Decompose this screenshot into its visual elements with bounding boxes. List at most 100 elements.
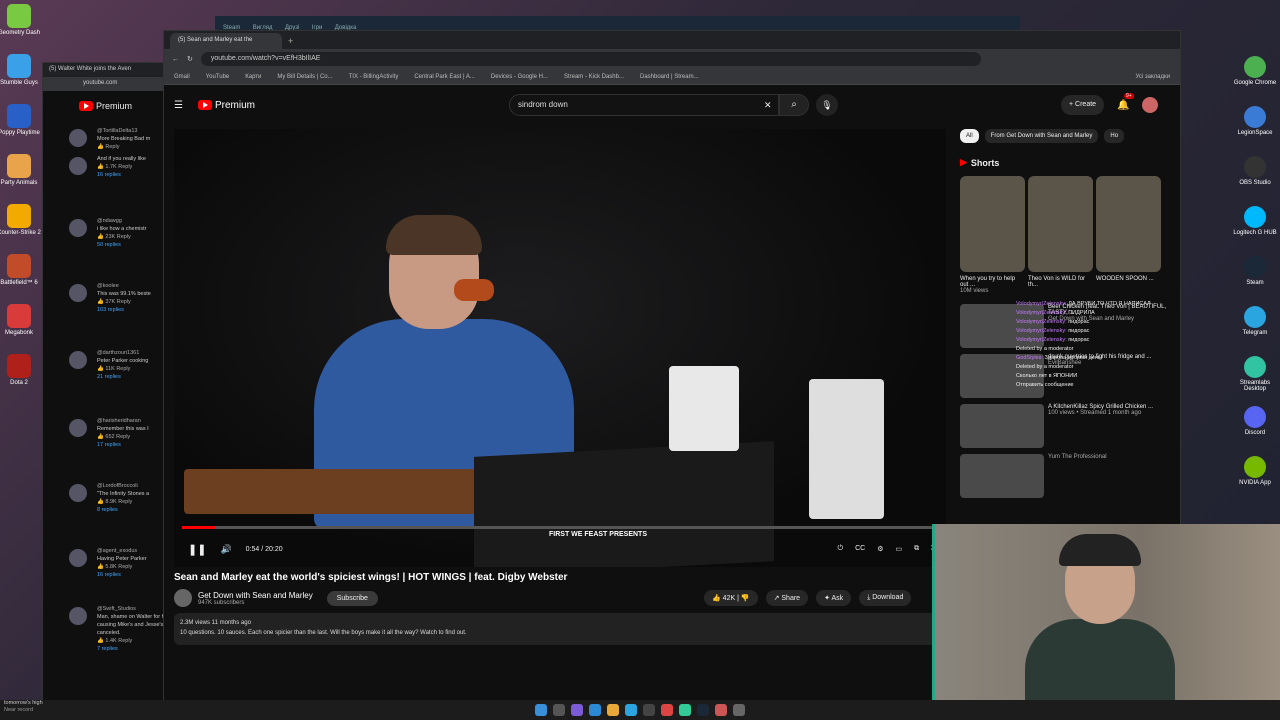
notifications-icon[interactable]: 🔔 xyxy=(1117,100,1129,111)
url-field[interactable]: youtube.com/watch?v=vEfH3bIlIAE xyxy=(200,52,981,66)
app-icon[interactable] xyxy=(571,704,583,716)
bookmark-item[interactable]: Dashboard | Stream... xyxy=(640,74,699,80)
settings-icon[interactable] xyxy=(733,704,745,716)
microphone-icon[interactable]: 🎙 xyxy=(816,94,838,116)
reply-button[interactable]: Reply xyxy=(117,234,131,240)
desktop-icon[interactable]: LegionSpace xyxy=(1230,106,1280,136)
bookmark-item[interactable]: Devices - Google H... xyxy=(491,74,548,80)
recommended-video[interactable]: Yum The Professional xyxy=(960,454,1170,498)
comment-avatar[interactable] xyxy=(69,219,87,237)
bookmark-item[interactable]: Central Park East | A... xyxy=(414,74,475,80)
autoplay-toggle[interactable]: ⏻ xyxy=(838,545,844,553)
short-title[interactable]: When you try to help out ... xyxy=(960,276,1025,288)
desktop-icon[interactable]: Google Chrome xyxy=(1230,56,1280,86)
miniplayer-icon[interactable]: ▭ xyxy=(895,545,902,553)
like-button[interactable]: 👍 42K | 👎 xyxy=(704,590,758,606)
short-thumb[interactable] xyxy=(1028,176,1093,272)
comment-avatar[interactable] xyxy=(69,419,87,437)
bookmark-item[interactable]: Gmail xyxy=(174,74,190,80)
pause-icon[interactable]: ❚❚ xyxy=(188,543,206,556)
comment-avatar[interactable] xyxy=(69,351,87,369)
telegram-icon[interactable] xyxy=(625,704,637,716)
app-icon[interactable] xyxy=(679,704,691,716)
share-button[interactable]: ↗ Share xyxy=(765,590,809,606)
video-player[interactable]: FIRST WE FEAST PRESENTS ❚❚ 🔊 0:54 / 20:2… xyxy=(174,129,946,567)
bookmark-item[interactable]: Stream - Kick Dashb... xyxy=(564,74,624,80)
reply-button[interactable]: Reply xyxy=(118,638,132,644)
video-thumbnail[interactable] xyxy=(960,454,1044,498)
comment-avatar[interactable] xyxy=(69,284,87,302)
video-thumbnail[interactable] xyxy=(960,404,1044,448)
desktop-icon[interactable]: Telegram xyxy=(1230,306,1280,336)
reply-button[interactable]: Reply xyxy=(105,144,119,150)
back-url[interactable]: youtube.com xyxy=(43,77,171,91)
like-icon[interactable]: 👍 xyxy=(97,564,104,570)
desktop-icon[interactable]: Logitech G HUB xyxy=(1230,206,1280,236)
comment-avatar[interactable] xyxy=(69,484,87,502)
comment-avatar[interactable] xyxy=(69,607,87,625)
bookmark-item[interactable]: My Bill Details | Co... xyxy=(277,74,332,80)
clear-search-icon[interactable]: ✕ xyxy=(764,100,772,111)
short-thumb[interactable] xyxy=(960,176,1025,272)
folder-icon[interactable] xyxy=(607,704,619,716)
desktop-icon[interactable]: Steam xyxy=(1230,256,1280,286)
captions-icon[interactable]: CC xyxy=(855,545,865,553)
chrome-icon[interactable] xyxy=(661,704,673,716)
search-input[interactable]: sindrom down xyxy=(509,94,779,116)
obs-icon[interactable] xyxy=(715,704,727,716)
description-box[interactable]: 2.3M views 11 months ago 10 questions. 1… xyxy=(174,613,944,645)
desktop-icon[interactable]: NVIDIA App xyxy=(1230,456,1280,486)
volume-icon[interactable]: 🔊 xyxy=(220,544,231,555)
short-title[interactable]: Theo Von is WILD for th... xyxy=(1028,276,1093,294)
bookmark-item[interactable]: YouTube xyxy=(206,74,230,80)
app-icon[interactable] xyxy=(643,704,655,716)
create-button[interactable]: + Create xyxy=(1061,95,1105,115)
settings-gear-icon[interactable]: ⚙ xyxy=(877,545,883,553)
like-icon[interactable]: 👍 xyxy=(97,299,104,305)
like-icon[interactable]: 👍 xyxy=(97,366,104,372)
recommended-video[interactable]: A KitchenKillaz Spicy Grilled Chicken ..… xyxy=(960,404,1170,448)
search-taskbar-icon[interactable] xyxy=(553,704,565,716)
subscribe-button[interactable]: Subscribe xyxy=(326,590,378,606)
weather-widget[interactable]: tomorrow's high Near record xyxy=(4,700,43,714)
search-icon[interactable]: ⌕ xyxy=(779,94,809,116)
comment-avatar[interactable] xyxy=(69,549,87,567)
reply-button[interactable]: Reply xyxy=(116,434,130,440)
desktop-icon[interactable]: OBS Studio xyxy=(1230,156,1280,186)
desktop-icon[interactable]: Geometry Dash xyxy=(0,4,50,36)
desktop-icon[interactable]: Discord xyxy=(1230,406,1280,436)
comment-avatar[interactable] xyxy=(69,157,87,175)
reply-button[interactable]: Reply xyxy=(118,499,132,505)
like-icon[interactable]: 👍 xyxy=(97,434,104,440)
active-tab[interactable]: (5) Sean and Marley eat the xyxy=(170,33,282,49)
reply-button[interactable]: Reply xyxy=(117,299,131,305)
like-icon[interactable]: 👍 xyxy=(97,638,104,644)
menu-icon[interactable]: ☰ xyxy=(174,100,183,111)
reply-button[interactable]: Reply xyxy=(118,564,132,570)
bookmark-item[interactable]: TIX - BillingActivity xyxy=(349,74,399,80)
progress-bar[interactable] xyxy=(182,526,938,529)
youtube-logo[interactable]: Premium xyxy=(198,100,255,111)
desktop-icon[interactable]: Streamlabs Desktop xyxy=(1230,356,1280,392)
all-bookmarks[interactable]: Усі закладки xyxy=(1135,74,1170,80)
back-tab[interactable]: (5) Walter White joins the Aven xyxy=(43,63,171,77)
new-tab-icon[interactable]: + xyxy=(288,36,293,46)
bookmark-item[interactable]: Карти xyxy=(245,74,261,80)
start-icon[interactable] xyxy=(535,704,547,716)
cast-icon[interactable]: ⧉ xyxy=(914,545,919,553)
short-thumb[interactable] xyxy=(1096,176,1161,272)
reload-icon[interactable]: ↻ xyxy=(187,55,193,63)
like-icon[interactable]: 👍 xyxy=(97,499,104,505)
edge-icon[interactable] xyxy=(589,704,601,716)
like-icon[interactable]: 👍 xyxy=(97,234,104,240)
like-icon[interactable]: 👍 xyxy=(97,164,104,170)
reply-button[interactable]: Reply xyxy=(116,366,130,372)
like-icon[interactable]: 👍 xyxy=(97,144,104,150)
chip-channel[interactable]: From Get Down with Sean and Marley xyxy=(984,129,1099,143)
channel-name[interactable]: Get Down with Sean and Marley xyxy=(198,591,313,600)
chip-more[interactable]: Ho xyxy=(1104,129,1125,143)
back-arrow-icon[interactable]: ← xyxy=(172,56,179,63)
comment-avatar[interactable] xyxy=(69,129,87,147)
ask-button[interactable]: ✦ Ask xyxy=(816,590,852,606)
avatar[interactable] xyxy=(1142,97,1158,113)
